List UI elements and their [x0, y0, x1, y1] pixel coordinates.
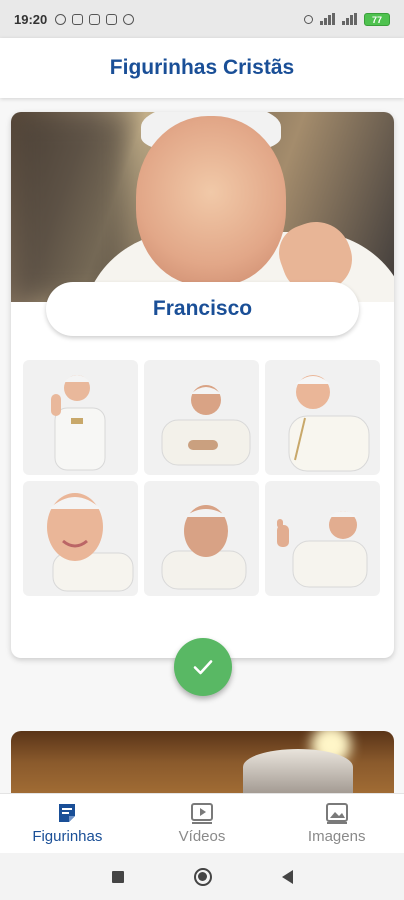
bluetooth-icon	[304, 14, 313, 24]
check-icon	[193, 660, 213, 675]
status-right: 77	[304, 12, 390, 26]
nav-label: Vídeos	[178, 828, 226, 845]
pack-cover-image	[11, 112, 394, 302]
image-icon	[325, 803, 348, 824]
sticker-3[interactable]	[265, 360, 380, 475]
pack-name: Francisco	[152, 297, 253, 320]
sticker-4[interactable]	[23, 481, 138, 596]
signal-icon-2	[342, 13, 357, 25]
battery-icon: 77	[364, 12, 390, 26]
instagram-icon	[89, 13, 101, 25]
nav-item-videos[interactable]: Vídeos	[135, 794, 270, 853]
back-button[interactable]	[281, 869, 293, 884]
system-nav-bar	[0, 853, 404, 900]
app-bar: Figurinhas Cristãs	[0, 38, 404, 98]
sticker-grid	[23, 360, 383, 596]
sticker-note-icon	[59, 804, 76, 822]
sticker-6[interactable]	[265, 481, 380, 596]
gallery-icon	[72, 13, 84, 25]
status-time: 19:20	[14, 11, 48, 27]
bottom-nav: Figurinhas Vídeos Imagens	[0, 793, 404, 853]
nav-label: Figurinhas	[32, 828, 103, 845]
sticker-1[interactable]	[23, 360, 138, 475]
sticker-pack-card[interactable]: Francisco	[11, 112, 394, 658]
signal-icon	[320, 13, 335, 25]
video-icon	[191, 803, 213, 824]
home-button[interactable]	[193, 867, 212, 886]
notification-icons	[55, 13, 135, 25]
sticker-2[interactable]	[144, 360, 259, 475]
sticker-5[interactable]	[144, 481, 259, 596]
nav-label: Imagens	[307, 828, 366, 845]
pack-name-pill: Francisco	[46, 282, 359, 336]
at-icon	[123, 13, 135, 25]
alarm-icon	[55, 13, 67, 25]
confirm-button[interactable]	[174, 638, 232, 696]
status-bar: 19:20 77	[0, 0, 404, 38]
nav-item-figurinhas[interactable]: Figurinhas	[0, 794, 135, 853]
page-title: Figurinhas Cristãs	[109, 56, 295, 79]
recents-button[interactable]	[111, 870, 124, 883]
sticker-pack-card-next[interactable]	[11, 731, 394, 801]
nav-item-imagens[interactable]: Imagens	[269, 794, 404, 853]
news-icon	[106, 13, 118, 25]
